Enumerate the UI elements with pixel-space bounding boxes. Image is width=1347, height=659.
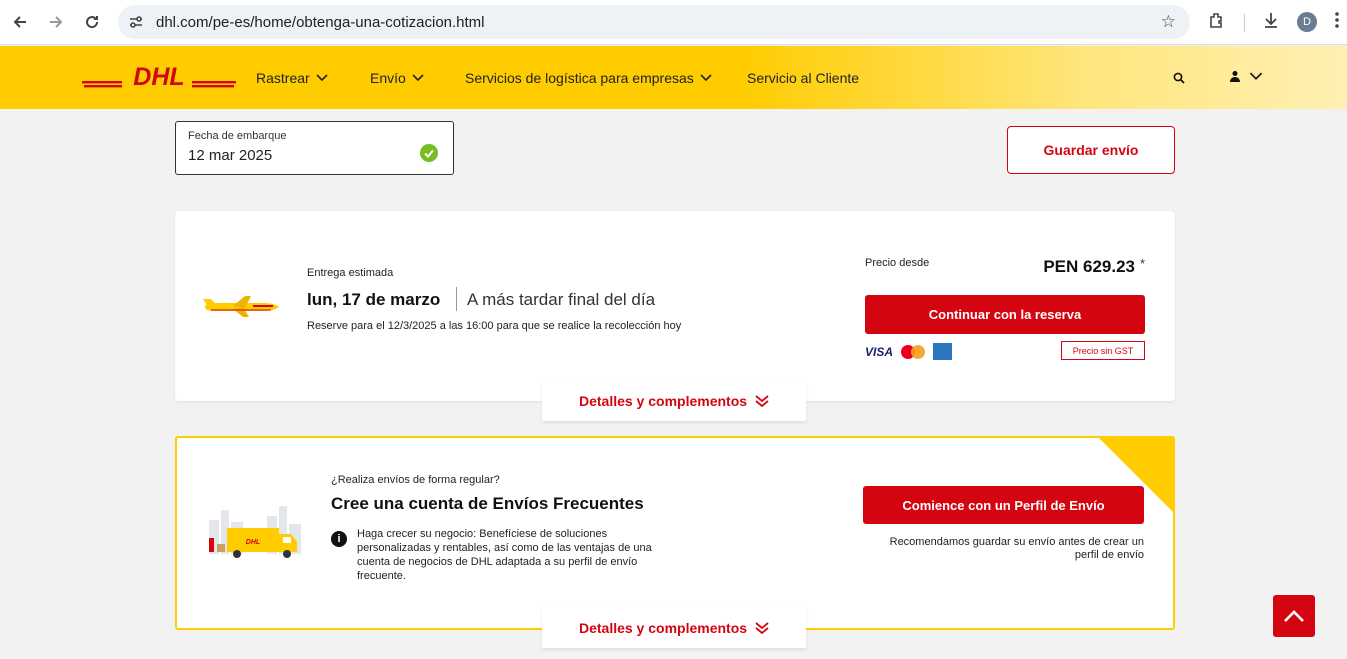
chevron-down-icon bbox=[412, 74, 424, 82]
double-chevron-down-icon bbox=[755, 395, 769, 407]
start-profile-button[interactable]: Comience con un Perfil de Envío bbox=[863, 486, 1144, 524]
delivery-date: lun, 17 de marzo bbox=[307, 290, 441, 309]
regular-question: ¿Realiza envíos de forma regular? bbox=[331, 474, 500, 486]
download-icon[interactable] bbox=[1262, 11, 1280, 34]
menu-logistica-label: Servicios de logística para empresas bbox=[465, 70, 694, 86]
menu-servicio-cliente[interactable]: Servicio al Cliente bbox=[747, 70, 859, 86]
shipment-date-field[interactable]: Fecha de embarque 12 mar 2025 bbox=[175, 121, 454, 175]
quote-card: Entrega estimada lun, 17 de marzo A más … bbox=[175, 211, 1175, 401]
price-asterisk: * bbox=[1139, 256, 1145, 271]
pickup-note: Reserve para el 12/3/2025 a las 16:00 pa… bbox=[307, 320, 682, 332]
details-toggle-regular[interactable]: Detalles y complementos bbox=[542, 608, 806, 648]
continue-booking-button[interactable]: Continuar con la reserva bbox=[865, 295, 1145, 334]
menu-rastrear[interactable]: Rastrear bbox=[256, 70, 328, 86]
visa-icon: VISA bbox=[865, 344, 894, 359]
browser-toolbar: dhl.com/pe-es/home/obtenga-una-cotizacio… bbox=[0, 0, 1347, 45]
back-icon[interactable] bbox=[8, 10, 32, 34]
user-menu[interactable] bbox=[1229, 70, 1263, 82]
svg-text:DHL: DHL bbox=[133, 66, 184, 90]
site-header: DHL Rastrear Envío Servicios de logístic… bbox=[0, 46, 1347, 109]
regular-description: Haga crecer su negocio: Benefíciese de s… bbox=[357, 528, 652, 582]
frequent-shipper-card: DHL ¿Realiza envíos de forma regular? Cr… bbox=[175, 436, 1175, 630]
profile-recommendation: Recomendamos guardar su envío antes de c… bbox=[889, 536, 1144, 561]
amex-icon bbox=[933, 343, 953, 360]
shipment-date-value[interactable]: 12 mar 2025 bbox=[188, 147, 272, 164]
shipment-date-label: Fecha de embarque bbox=[188, 130, 287, 142]
user-icon bbox=[1230, 71, 1240, 82]
svg-text:DHL: DHL bbox=[246, 539, 260, 546]
avatar[interactable]: D bbox=[1297, 12, 1317, 32]
chevron-down-icon bbox=[700, 74, 712, 82]
menu-envio[interactable]: Envío bbox=[370, 70, 424, 86]
url-text[interactable]: dhl.com/pe-es/home/obtenga-una-cotizacio… bbox=[156, 14, 485, 31]
plane-icon bbox=[203, 296, 279, 317]
scroll-to-top-button[interactable] bbox=[1273, 595, 1315, 637]
regular-title: Cree una cuenta de Envíos Frecuentes bbox=[331, 494, 644, 513]
price-label: Precio desde bbox=[865, 257, 930, 269]
mastercard-icon bbox=[901, 344, 926, 359]
delivery-time: A más tardar final del día bbox=[467, 290, 656, 309]
reload-icon[interactable] bbox=[80, 10, 104, 34]
truck-icon: DHL bbox=[209, 506, 301, 558]
details-toggle-quote[interactable]: Detalles y complementos bbox=[542, 381, 806, 421]
payment-methods: VISA bbox=[865, 343, 953, 360]
more-icon[interactable] bbox=[1334, 11, 1340, 34]
chevron-down-icon bbox=[316, 74, 328, 82]
info-icon: i bbox=[331, 531, 347, 547]
details-label: Detalles y complementos bbox=[578, 620, 748, 636]
gst-badge[interactable]: Precio sin GST bbox=[1061, 341, 1145, 360]
details-label: Detalles y complementos bbox=[578, 393, 748, 409]
forward-icon[interactable] bbox=[44, 10, 68, 34]
address-bar[interactable]: dhl.com/pe-es/home/obtenga-una-cotizacio… bbox=[118, 5, 1190, 39]
date-separator bbox=[456, 287, 457, 311]
arrow-up-icon bbox=[1284, 610, 1304, 622]
chevron-down-icon bbox=[1249, 71, 1263, 80]
search-icon[interactable] bbox=[1173, 71, 1185, 89]
double-chevron-down-icon bbox=[755, 622, 769, 634]
menu-envio-label: Envío bbox=[370, 70, 406, 86]
extensions-icon[interactable] bbox=[1208, 11, 1226, 34]
menu-logistica[interactable]: Servicios de logística para empresas bbox=[465, 70, 712, 86]
site-settings-icon[interactable] bbox=[128, 14, 144, 30]
dhl-logo[interactable]: DHL bbox=[82, 66, 236, 90]
menu-rastrear-label: Rastrear bbox=[256, 70, 310, 86]
price-value: PEN 629.23 bbox=[1043, 257, 1135, 276]
bookmark-star-icon[interactable]: ☆ bbox=[1161, 12, 1176, 32]
menu-servicio-cliente-label: Servicio al Cliente bbox=[747, 70, 860, 86]
toolbar-divider bbox=[1244, 14, 1245, 32]
estimate-label: Entrega estimada bbox=[307, 267, 394, 279]
check-icon bbox=[420, 144, 438, 162]
save-shipment-button[interactable]: Guardar envío bbox=[1007, 126, 1175, 174]
